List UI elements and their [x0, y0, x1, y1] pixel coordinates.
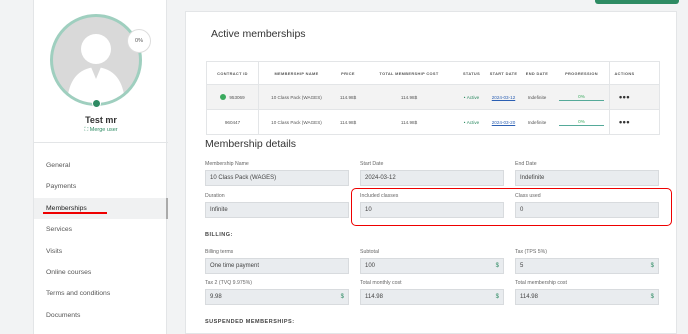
end-date-field[interactable]: Indefinite — [515, 170, 659, 186]
subtotal-label: Subtotal — [360, 249, 380, 255]
col-start-date: START DATE — [489, 70, 518, 76]
col-end-date: END DATE — [525, 70, 549, 76]
start-date-label: Start Date — [360, 161, 384, 167]
contract-id: 953069 — [229, 94, 245, 100]
status-text: Active — [466, 119, 480, 125]
progress-bar: 0% — [559, 119, 604, 126]
divider — [34, 142, 168, 143]
check-icon — [220, 94, 227, 100]
start-date-cell: 2024-03-20 — [487, 110, 520, 134]
table-row[interactable]: 953069 10 Class Pack (WAGES) 114.98$ 114… — [207, 84, 659, 109]
subtotal-value: 100 — [365, 263, 376, 269]
col-progression: PROGRESSION — [554, 62, 610, 84]
tax2-field[interactable]: 9.98 $ — [205, 289, 349, 305]
nav-documents[interactable]: Documents — [34, 305, 168, 326]
table-header: CONTRACT ID MEMBERSHIP NAME PRICE TOTAL … — [207, 62, 659, 84]
end-date-cell: Indefinite — [527, 94, 547, 100]
col-contract-id: CONTRACT ID — [207, 62, 259, 84]
col-price: PRICE — [341, 70, 355, 76]
total-cost-cell: 114.98$ — [400, 94, 418, 100]
start-date-field[interactable]: 2024-03-12 — [360, 170, 504, 186]
total-membership-cost-value: 114.98 — [520, 294, 538, 300]
col-actions: ACTIONS — [614, 70, 635, 76]
top-action-button[interactable] — [595, 0, 679, 4]
monthly-cost-value: 114.98 — [365, 294, 383, 300]
dollar-icon: $ — [650, 294, 654, 300]
status-cell: • Active — [456, 110, 487, 134]
col-status: STATUS — [462, 70, 481, 76]
actions-cell: ••• — [619, 92, 630, 102]
end-date-label: End Date — [515, 161, 537, 167]
user-silhouette-icon — [67, 34, 125, 103]
nav-terms[interactable]: Terms and conditions — [34, 283, 168, 304]
progression-cell: 0% — [554, 110, 610, 134]
start-date-link[interactable]: 2024-03-20 — [492, 120, 516, 125]
highlight-annotation-box — [351, 188, 672, 226]
membership-panel: Active memberships CONTRACT ID MEMBERSHI… — [185, 11, 677, 334]
tax1-field[interactable]: 5 $ — [515, 258, 659, 274]
active-memberships-title: Active memberships — [211, 28, 306, 40]
dollar-icon: $ — [650, 263, 654, 269]
nav-general[interactable]: General — [34, 155, 168, 176]
membership-name-label: Membership Name — [205, 161, 249, 167]
nav-online-courses[interactable]: Online courses — [34, 262, 168, 283]
total-cost-cell: 114.98$ — [400, 119, 418, 125]
contract-id-cell: 960447 — [207, 110, 259, 134]
subtotal-field[interactable]: 100 $ — [360, 258, 504, 274]
monthly-cost-field[interactable]: 114.98 $ — [360, 289, 504, 305]
avatar[interactable]: 0% — [50, 14, 151, 108]
completion-badge: 0% — [127, 29, 151, 53]
membership-name-field[interactable]: 10 Class Pack (WAGES) — [205, 170, 349, 186]
tax1-value: 5 — [520, 263, 524, 269]
membership-details-title: Membership details — [205, 138, 297, 150]
duration-label: Duration — [205, 193, 225, 199]
col-membership-name: MEMBERSHIP NAME — [274, 70, 319, 76]
camera-icon[interactable] — [92, 99, 101, 108]
duration-field[interactable]: Infinite — [205, 202, 349, 218]
total-membership-cost-field[interactable]: 114.98 $ — [515, 289, 659, 305]
status-cell: • Active — [456, 85, 487, 109]
merge-user-label: Merge user — [89, 127, 118, 133]
dollar-icon: $ — [495, 263, 499, 269]
tax2-label: Tax 2 (TVQ 9.975%) — [205, 280, 252, 286]
avatar-image — [50, 14, 142, 106]
price-cell: 114.98$ — [339, 119, 357, 125]
dollar-icon: $ — [340, 294, 344, 300]
contract-id-cell: 953069 — [207, 85, 259, 109]
nav-visits[interactable]: Visits — [34, 241, 168, 262]
nav-memberships[interactable]: Memberships — [34, 198, 168, 219]
end-date-cell: Indefinite — [527, 119, 547, 125]
nav-services[interactable]: Services — [34, 219, 168, 240]
membership-name-cell: 10 Class Pack (WAGES) — [271, 119, 322, 125]
suspended-memberships-heading: SUSPENDED MEMBERSHIPS: — [205, 319, 295, 325]
status-text: Active — [466, 94, 480, 100]
memberships-table: CONTRACT ID MEMBERSHIP NAME PRICE TOTAL … — [206, 61, 660, 135]
actions-cell: ••• — [619, 117, 630, 127]
membership-name-cell: 10 Class Pack (WAGES) — [271, 94, 322, 100]
profile-sidebar: 0% Test mr ⛶ Merge user General Payments… — [33, 0, 168, 334]
nav-payments[interactable]: Payments — [34, 176, 168, 197]
progress-bar: 0% — [559, 94, 604, 101]
dollar-icon: $ — [495, 294, 499, 300]
tax1-label: Tax (TPS 5%) — [515, 249, 547, 255]
billing-terms-label: Billing terms — [205, 249, 234, 255]
start-date-link[interactable]: 2024-03-12 — [492, 95, 516, 100]
col-total-cost: TOTAL MEMBERSHIP COST — [379, 70, 439, 76]
annotation-underline — [43, 212, 107, 214]
tax2-value: 9.98 — [210, 294, 222, 300]
table-row[interactable]: 960447 10 Class Pack (WAGES) 114.98$ 114… — [207, 109, 659, 134]
billing-terms-field[interactable]: One time payment — [205, 258, 349, 274]
merge-user-link[interactable]: ⛶ Merge user — [34, 127, 168, 134]
total-membership-cost-label: Total membership cost — [515, 280, 567, 286]
price-cell: 114.98$ — [339, 94, 357, 100]
billing-heading: BILLING: — [205, 232, 233, 238]
user-name: Test mr — [85, 115, 117, 125]
progression-cell: 0% — [554, 85, 610, 109]
monthly-cost-label: Total monthly cost — [360, 280, 402, 286]
start-date-cell: 2024-03-12 — [487, 85, 520, 109]
